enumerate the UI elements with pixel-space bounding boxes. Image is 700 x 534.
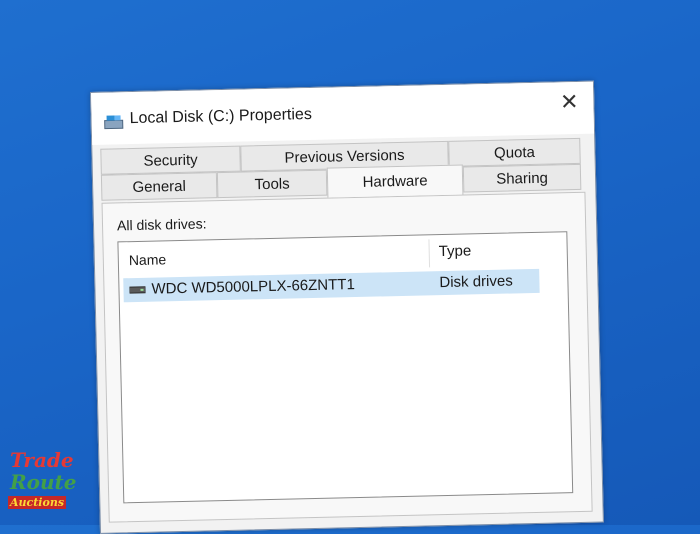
tab-quota[interactable]: Quota xyxy=(448,137,581,167)
tab-hardware[interactable]: Hardware xyxy=(326,164,464,198)
properties-dialog: Local Disk (C:) Properties ✕ Security Pr… xyxy=(90,80,604,534)
column-separator[interactable] xyxy=(428,239,431,268)
logo-line-auctions: Auctions xyxy=(8,496,67,509)
column-header-type[interactable]: Type xyxy=(439,242,472,260)
all-disk-drives-label: All disk drives: xyxy=(116,215,207,234)
trade-route-auctions-logo: Trade Route Auctions xyxy=(8,448,76,518)
drive-name: WDC WD5000LPLX-66ZNTT1 xyxy=(151,276,356,298)
tab-security[interactable]: Security xyxy=(100,145,241,175)
title-bar[interactable]: Local Disk (C:) Properties ✕ xyxy=(91,81,595,145)
hardware-tab-panel: All disk drives: Name Type WDC WD5000LPL… xyxy=(101,191,593,523)
tab-tools[interactable]: Tools xyxy=(216,169,328,199)
column-header-name[interactable]: Name xyxy=(129,251,167,268)
tab-general[interactable]: General xyxy=(100,172,218,201)
disk-drive-icon xyxy=(129,286,146,294)
window-title: Local Disk (C:) Properties xyxy=(129,105,313,128)
tab-sharing[interactable]: Sharing xyxy=(462,163,582,193)
disk-drives-list[interactable]: Name Type WDC WD5000LPLX-66ZNTT1 Disk dr… xyxy=(117,231,574,504)
close-button[interactable]: ✕ xyxy=(555,88,584,117)
logo-line-route: Route xyxy=(10,470,77,494)
drive-type: Disk drives xyxy=(439,272,513,292)
logo-line-trade: Trade xyxy=(10,448,74,472)
drive-icon xyxy=(104,115,124,130)
